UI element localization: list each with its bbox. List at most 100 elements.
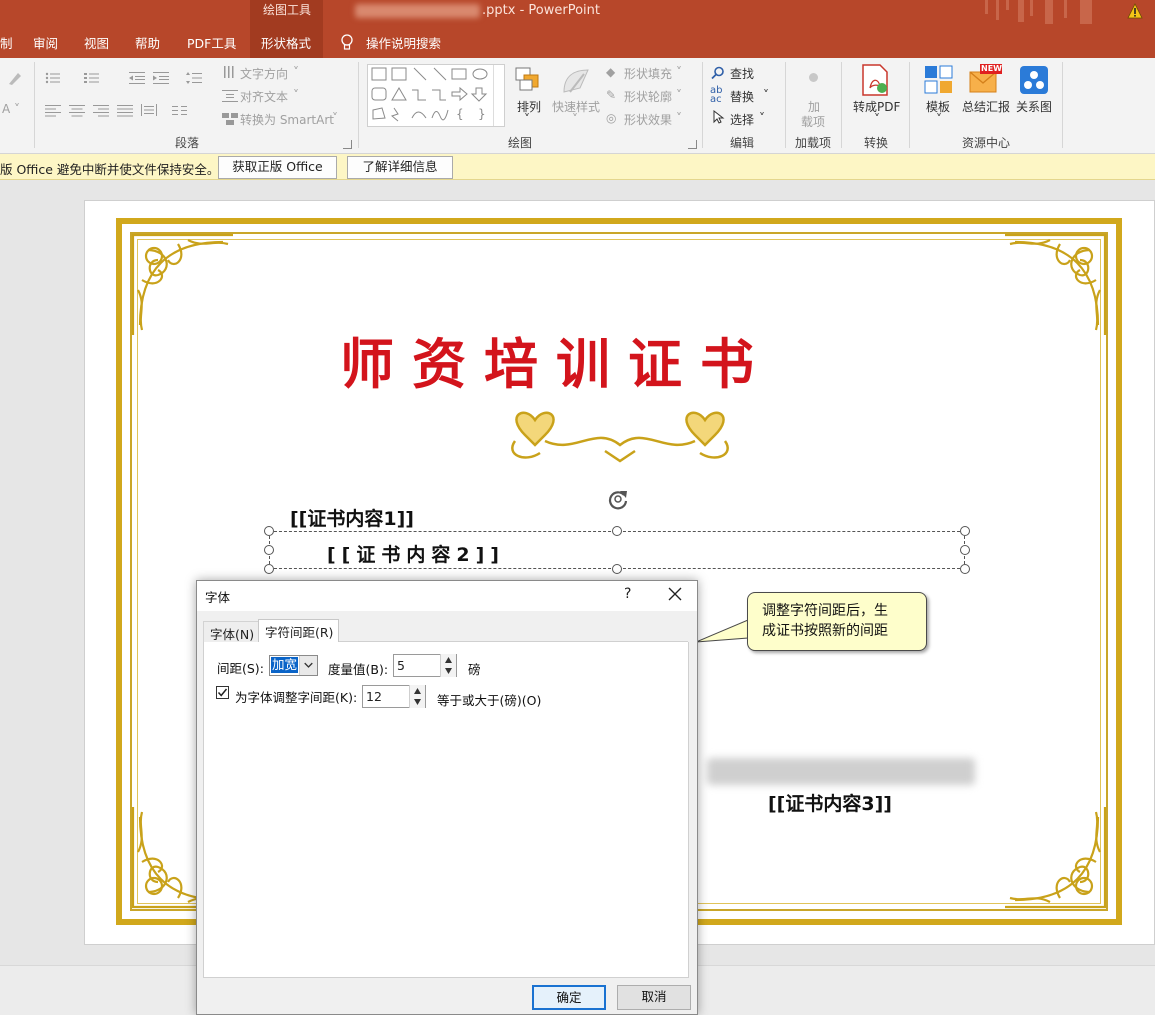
tab-character-spacing[interactable]: 字符间距(R) [258, 619, 340, 642]
kerning-label[interactable]: 为字体调整字间距(K): [235, 687, 357, 706]
rotate-handle-icon[interactable] [606, 487, 630, 511]
chevron-down-icon: ˅ [676, 111, 682, 125]
svg-text:}: } [478, 107, 486, 121]
smartart-icon[interactable] [222, 113, 238, 125]
highlight-icon[interactable] [6, 70, 24, 88]
callout-line-1: 调整字符间距后，生 [762, 603, 888, 619]
relationship-button[interactable]: 关系图 [1016, 98, 1052, 115]
kerning-value-spinner[interactable] [409, 685, 425, 708]
dialog-title-bar[interactable] [197, 581, 697, 611]
spacing-select-value[interactable]: 加宽 [271, 657, 299, 673]
spin-down-icon[interactable] [444, 667, 453, 675]
columns-icon[interactable] [172, 105, 188, 117]
align-text-button[interactable]: 对齐文本 [240, 88, 288, 105]
text-direction-button[interactable]: 文字方向 [240, 65, 288, 82]
editing-group-label: 编辑 [730, 136, 755, 150]
shape-effects-button[interactable]: 形状效果 [624, 111, 672, 128]
effects-icon: ◎ [606, 111, 617, 125]
title-decoration [1064, 0, 1067, 18]
align-right-icon[interactable] [93, 105, 109, 117]
message-text: 版 Office 避免中断并使文件保持安全。 [0, 162, 220, 177]
tell-me-search[interactable]: 操作说明搜索 [366, 33, 441, 52]
align-text-icon[interactable] [222, 90, 238, 102]
tab-draw[interactable]: 制 [0, 33, 13, 52]
convert-group-label: 转换 [864, 136, 889, 150]
lightbulb-icon [341, 34, 353, 50]
pen-icon: ✎ [606, 88, 617, 102]
resize-handle[interactable] [612, 526, 622, 536]
chevron-down-icon[interactable] [299, 656, 317, 675]
shape-fill-button[interactable]: 形状填充 [624, 65, 672, 82]
decrease-indent-icon[interactable] [129, 72, 145, 84]
text-direction-icon[interactable] [222, 66, 238, 78]
spin-up-icon[interactable] [413, 687, 422, 695]
resize-handle[interactable] [612, 564, 622, 574]
group-separator [702, 62, 703, 148]
shapes-gallery-icons[interactable]: {} [370, 66, 490, 124]
kerning-checkbox[interactable] [216, 686, 229, 699]
resize-handle[interactable] [960, 564, 970, 574]
tab-font[interactable]: 字体(N) [203, 621, 261, 642]
group-separator [841, 62, 842, 148]
select-button[interactable]: 选择 [730, 111, 754, 128]
close-icon[interactable] [665, 584, 685, 604]
font-color-icon[interactable]: A ˅ [2, 102, 20, 116]
numbering-icon[interactable] [84, 72, 100, 84]
tab-pdf-tools[interactable]: PDF工具 [187, 33, 236, 52]
certificate-field-1[interactable]: [[证书内容1]] [290, 504, 414, 531]
addins-button-line2[interactable]: 载项 [801, 113, 825, 130]
chevron-down-icon: ˅ [293, 88, 299, 102]
shape-outline-button[interactable]: 形状轮廓 [624, 88, 672, 105]
title-decoration [1030, 0, 1033, 16]
justify-icon[interactable] [117, 105, 133, 117]
resize-handle[interactable] [264, 545, 274, 555]
ok-button[interactable]: 确定 [532, 985, 606, 1010]
relationship-diagram-icon[interactable] [1019, 65, 1049, 95]
chevron-down-icon: ˅ [332, 111, 338, 125]
addin-icon[interactable] [809, 73, 818, 82]
tab-view[interactable]: 视图 [84, 33, 109, 52]
resize-handle[interactable] [960, 545, 970, 555]
corner-ornament-icon [1005, 807, 1107, 909]
line-spacing-icon[interactable] [186, 72, 202, 84]
align-center-icon[interactable] [69, 105, 85, 117]
drawing-dialog-launcher[interactable] [688, 140, 697, 149]
gallery-scroll[interactable] [493, 65, 504, 126]
by-value-text: 5 [397, 658, 405, 673]
warning-icon[interactable] [1127, 3, 1143, 19]
spin-up-icon[interactable] [444, 656, 453, 664]
arrange-icon[interactable] [514, 66, 544, 94]
help-button[interactable]: ? [624, 586, 631, 602]
template-icon[interactable] [924, 65, 954, 95]
distributed-icon[interactable] [141, 104, 157, 116]
title-decoration [985, 0, 988, 14]
blurred-filename [355, 4, 480, 18]
cancel-button[interactable]: 取消 [617, 985, 691, 1010]
resize-handle[interactable] [960, 526, 970, 536]
certificate-field-3[interactable]: [[证书内容3]] [768, 789, 892, 816]
svg-text:{: { [456, 107, 464, 121]
summary-report-button[interactable]: 总结汇报 [962, 98, 1010, 115]
paragraph-dialog-launcher[interactable] [343, 140, 352, 149]
spin-down-icon[interactable] [413, 698, 422, 706]
replace-button[interactable]: 替换 [730, 88, 754, 105]
align-left-icon[interactable] [45, 105, 61, 117]
tab-review[interactable]: 审阅 [33, 33, 58, 52]
new-badge: NEW [981, 64, 1002, 73]
pdf-icon[interactable] [860, 64, 890, 96]
certificate-title[interactable]: 师资培训证书 [340, 320, 900, 399]
tab-shape-format[interactable]: 形状格式 [261, 33, 311, 52]
resize-handle[interactable] [264, 526, 274, 536]
find-button[interactable]: 查找 [730, 65, 754, 82]
get-genuine-office-button[interactable]: 获取正版 Office [218, 156, 337, 179]
learn-more-button[interactable]: 了解详细信息 [347, 156, 453, 179]
resize-handle[interactable] [264, 564, 274, 574]
group-separator [34, 62, 35, 148]
convert-smartart-button[interactable]: 转换为 SmartArt [240, 111, 334, 128]
quick-styles-icon[interactable] [560, 66, 592, 96]
tab-help[interactable]: 帮助 [135, 33, 160, 52]
by-unit-label: 磅 [468, 662, 481, 677]
bullets-icon[interactable] [45, 72, 61, 84]
increase-indent-icon[interactable] [153, 72, 169, 84]
by-value-spinner[interactable] [440, 654, 456, 677]
